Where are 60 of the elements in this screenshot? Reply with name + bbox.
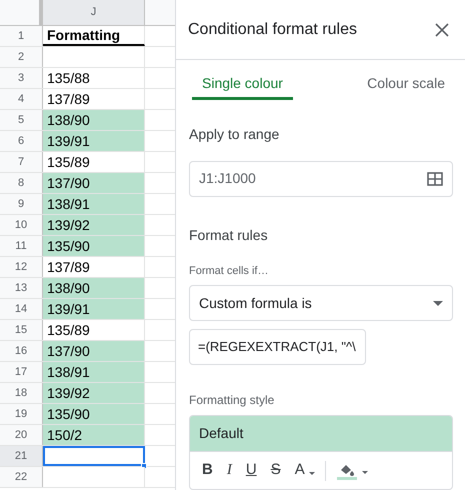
table-cell[interactable]: 138/90 (43, 110, 145, 130)
field-label: Formatting style (189, 392, 276, 409)
caret-icon (433, 300, 443, 306)
row-number[interactable]: 1 (0, 26, 43, 46)
style-preview: Default (190, 416, 452, 451)
table-cell[interactable]: 139/92 (43, 215, 145, 235)
row-number[interactable]: 10 (0, 215, 43, 235)
table-cell[interactable]: 138/90 (43, 278, 145, 298)
row-number[interactable]: 19 (0, 404, 43, 424)
row-number[interactable]: 14 (0, 299, 43, 319)
bold-button[interactable]: B (200, 459, 215, 482)
text-color-button[interactable]: A (292, 459, 307, 482)
grid-icon[interactable] (427, 172, 443, 186)
table-cell[interactable]: 139/91 (43, 131, 145, 151)
range-field[interactable]: J1:J1000 (189, 160, 453, 196)
row-number[interactable]: 2 (0, 47, 43, 67)
row-number[interactable]: 15 (0, 320, 43, 340)
formula-field[interactable]: =(REGEXEXTRACT(J1, "^\ (189, 329, 366, 365)
row-number[interactable]: 17 (0, 362, 43, 382)
row-number[interactable]: 4 (0, 89, 43, 109)
table-cell[interactable]: 138/91 (43, 362, 145, 382)
table-cell[interactable]: 137/90 (43, 341, 145, 361)
table-cell[interactable]: 150/2 (43, 425, 145, 445)
table-cell[interactable]: 139/91 (43, 299, 145, 319)
tab[interactable]: Colour scale (357, 70, 449, 100)
column-header[interactable]: J (43, 0, 145, 25)
tab[interactable]: Single colour (192, 70, 293, 100)
table-cell[interactable]: 135/90 (43, 236, 145, 256)
panel-title: Conditional format rules (188, 20, 357, 40)
row-number[interactable]: 12 (0, 257, 43, 277)
row-number[interactable]: 7 (0, 152, 43, 172)
close-icon[interactable] (435, 22, 449, 36)
caret-icon[interactable] (308, 472, 315, 475)
section-heading: Format rules (189, 226, 269, 244)
condition-dropdown[interactable]: Custom formula is (189, 285, 453, 321)
row-number[interactable]: 5 (0, 110, 43, 130)
table-cell[interactable]: 135/90 (43, 404, 145, 424)
row-number[interactable]: 13 (0, 278, 43, 298)
section-label: Apply to range (189, 124, 280, 144)
row-number[interactable]: 20 (0, 425, 43, 445)
italic-button[interactable]: I (224, 459, 234, 482)
field-label: Format cells if… (189, 264, 270, 278)
row-number[interactable]: 16 (0, 341, 43, 361)
row-number[interactable]: 8 (0, 173, 43, 193)
table-cell[interactable] (43, 446, 145, 466)
table-cell[interactable]: 137/90 (43, 173, 145, 193)
row-number[interactable]: 18 (0, 383, 43, 403)
table-cell[interactable]: 138/91 (43, 194, 145, 214)
row-number[interactable]: 22 (0, 467, 43, 487)
caret-icon[interactable] (362, 471, 368, 474)
row-number[interactable]: 21 (0, 446, 43, 466)
table-cell[interactable]: 139/92 (43, 383, 145, 403)
table-cell[interactable]: Formatting (43, 26, 145, 46)
strikethrough-button[interactable]: S (268, 459, 283, 482)
formatting-style-box[interactable]: Default B I U S A (189, 415, 453, 490)
row-number[interactable]: 11 (0, 236, 43, 256)
row-number[interactable]: 3 (0, 68, 43, 88)
row-number[interactable]: 9 (0, 194, 43, 214)
row-number[interactable]: 6 (0, 131, 43, 151)
underline-button[interactable]: U (244, 459, 259, 482)
